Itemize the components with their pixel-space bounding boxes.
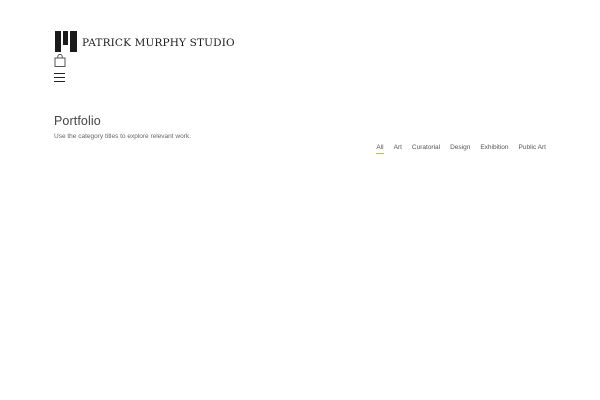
page-title: Portfolio [54, 114, 101, 128]
logo-link[interactable]: PATRICK MURPHY STUDIO [55, 31, 235, 52]
filter-curatorial[interactable]: Curatorial [412, 144, 440, 153]
bag-icon[interactable] [54, 53, 66, 67]
logo-mark [55, 31, 77, 52]
category-filter-nav: All Art Curatorial Design Exhibition Pub… [376, 144, 546, 154]
filter-all[interactable]: All [376, 144, 384, 154]
page-subtitle: Use the category titles to explore relev… [54, 133, 191, 140]
brand-name: PATRICK MURPHY STUDIO [82, 36, 235, 49]
filter-exhibition[interactable]: Exhibition [480, 144, 508, 153]
filter-art[interactable]: Art [394, 144, 402, 153]
filter-public-art[interactable]: Public Art [519, 144, 546, 153]
filter-design[interactable]: Design [450, 144, 470, 153]
hamburger-menu-icon[interactable] [54, 73, 65, 82]
